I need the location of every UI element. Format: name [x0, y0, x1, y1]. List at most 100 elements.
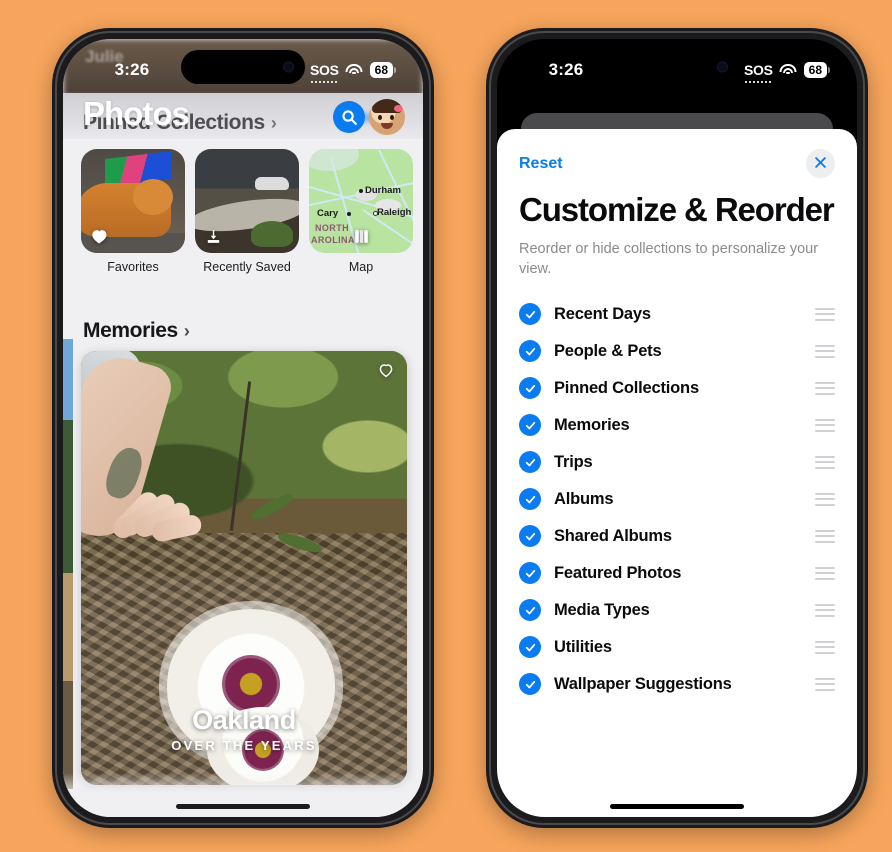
- section-header-memories[interactable]: Memories ›: [83, 319, 190, 343]
- page-title: Photos: [83, 95, 190, 132]
- map-thumbnail: Durham Raleigh Cary NORTH AROLINA: [309, 149, 413, 253]
- drag-handle-icon[interactable]: [815, 677, 835, 691]
- list-item-label: Recent Days: [554, 304, 651, 323]
- chevron-right-icon: ›: [183, 320, 190, 341]
- avatar-mouth: [381, 123, 393, 129]
- list-item-label: People & Pets: [554, 341, 662, 360]
- pinned-item-label: Map: [348, 260, 374, 274]
- checkmark-icon[interactable]: [519, 636, 541, 659]
- list-item-label: Wallpaper Suggestions: [554, 674, 732, 693]
- pinned-item-favorites[interactable]: Favorites: [81, 149, 185, 274]
- reset-button[interactable]: Reset: [519, 155, 563, 173]
- list-item-label: Shared Albums: [554, 526, 672, 545]
- memory-card-oakland[interactable]: Oakland OVER THE YEARS: [81, 351, 407, 785]
- recently-saved-thumbnail: [195, 149, 299, 253]
- drag-handle-icon[interactable]: [815, 640, 835, 654]
- checkmark-icon[interactable]: [519, 562, 541, 585]
- list-item[interactable]: Albums: [497, 481, 857, 518]
- pinned-item-recently-saved[interactable]: Recently Saved: [195, 149, 299, 274]
- avatar-hairband: [394, 105, 403, 112]
- books-icon: [350, 225, 372, 247]
- memory-caption: Oakland OVER THE YEARS: [81, 705, 407, 753]
- map-label-durham: Durham: [365, 185, 401, 196]
- pinned-item-label: Favorites: [107, 260, 159, 274]
- pinned-item-label: Recently Saved: [203, 260, 291, 274]
- checkmark-icon[interactable]: [519, 451, 541, 474]
- sos-indicator: SOS: [309, 62, 339, 83]
- list-item[interactable]: Media Types: [497, 592, 857, 629]
- dynamic-island: [181, 50, 305, 84]
- drag-handle-icon[interactable]: [815, 603, 835, 617]
- drag-handle-icon[interactable]: [815, 529, 835, 543]
- download-icon: [202, 225, 224, 247]
- heart-outline-icon[interactable]: [377, 361, 395, 379]
- pinned-item-map[interactable]: Durham Raleigh Cary NORTH AROLINA Map: [309, 149, 413, 274]
- drag-handle-icon[interactable]: [815, 381, 835, 395]
- memory-subtitle: OVER THE YEARS: [171, 738, 317, 753]
- list-item[interactable]: Pinned Collections: [497, 370, 857, 407]
- map-label-state: NORTH: [315, 223, 349, 233]
- map-label-raleigh: Raleigh: [377, 207, 412, 218]
- list-item-label: Utilities: [554, 637, 612, 656]
- checkmark-icon[interactable]: [519, 414, 541, 437]
- drag-handle-icon[interactable]: [815, 418, 835, 432]
- checkmark-icon[interactable]: [519, 673, 541, 696]
- sheet-title: Customize & Reorder: [519, 191, 835, 228]
- list-item[interactable]: Shared Albums: [497, 518, 857, 555]
- right-phone-screen: Reset Customize & Reorder Reorder or hid…: [497, 39, 857, 817]
- drag-handle-icon[interactable]: [815, 344, 835, 358]
- edge-photo-peek: [63, 339, 73, 789]
- front-camera-icon: [283, 61, 294, 73]
- checkmark-icon[interactable]: [519, 340, 541, 363]
- checkmark-icon[interactable]: [519, 525, 541, 548]
- map-label-cary: Cary: [317, 208, 339, 219]
- status-indicators: SOS 68: [744, 62, 831, 83]
- pinned-collections-row: Favorites Recently Saved Durham Raleigh …: [63, 149, 423, 274]
- list-item[interactable]: Recent Days: [497, 296, 857, 333]
- drag-handle-icon[interactable]: [815, 492, 835, 506]
- close-icon: [813, 155, 828, 173]
- checkmark-icon[interactable]: [519, 303, 541, 326]
- bottom-fade: [63, 773, 423, 817]
- chevron-right-icon: ›: [270, 112, 277, 133]
- photos-app: Julie Photos Modify Pinned Collections: [63, 39, 423, 817]
- list-item-label: Pinned Collections: [554, 378, 699, 397]
- list-item[interactable]: Featured Photos: [497, 555, 857, 592]
- battery-indicator: 68: [803, 62, 831, 78]
- close-button[interactable]: [806, 149, 835, 178]
- memory-title: Oakland: [192, 705, 296, 735]
- list-item[interactable]: People & Pets: [497, 333, 857, 370]
- drag-handle-icon[interactable]: [815, 307, 835, 321]
- front-camera-icon: [717, 61, 728, 73]
- list-item-label: Trips: [554, 452, 593, 471]
- home-indicator[interactable]: [176, 804, 310, 809]
- list-item[interactable]: Wallpaper Suggestions: [497, 666, 857, 703]
- home-indicator[interactable]: [610, 804, 744, 809]
- thumb-cat-head: [133, 179, 173, 215]
- collections-option-list: Recent Days People & Pets Pinned Collect…: [497, 296, 857, 703]
- list-item-label: Albums: [554, 489, 614, 508]
- customize-reorder-sheet: Reset Customize & Reorder Reorder or hid…: [497, 129, 857, 817]
- thumb-car: [255, 177, 289, 190]
- search-icon[interactable]: [333, 101, 365, 133]
- map-dot-durham: [359, 189, 363, 193]
- status-time: 3:26: [548, 60, 584, 79]
- wifi-icon: [345, 63, 363, 77]
- avatar[interactable]: [369, 99, 405, 135]
- memory-photo-hand: [108, 488, 247, 585]
- left-phone-screen: Julie Photos Modify Pinned Collections: [63, 39, 423, 817]
- checkmark-icon[interactable]: [519, 599, 541, 622]
- right-phone-device: Reset Customize & Reorder Reorder or hid…: [486, 28, 868, 828]
- memories-label: Memories: [83, 319, 178, 342]
- sheet-toolbar: Reset: [497, 129, 857, 178]
- battery-indicator: 68: [369, 62, 397, 78]
- list-item[interactable]: Trips: [497, 444, 857, 481]
- drag-handle-icon[interactable]: [815, 455, 835, 469]
- list-item[interactable]: Utilities: [497, 629, 857, 666]
- checkmark-icon[interactable]: [519, 488, 541, 511]
- left-phone-device: Julie Photos Modify Pinned Collections: [52, 28, 434, 828]
- checkmark-icon[interactable]: [519, 377, 541, 400]
- sheet-subtitle: Reorder or hide collections to personali…: [519, 240, 819, 277]
- list-item[interactable]: Memories: [497, 407, 857, 444]
- drag-handle-icon[interactable]: [815, 566, 835, 580]
